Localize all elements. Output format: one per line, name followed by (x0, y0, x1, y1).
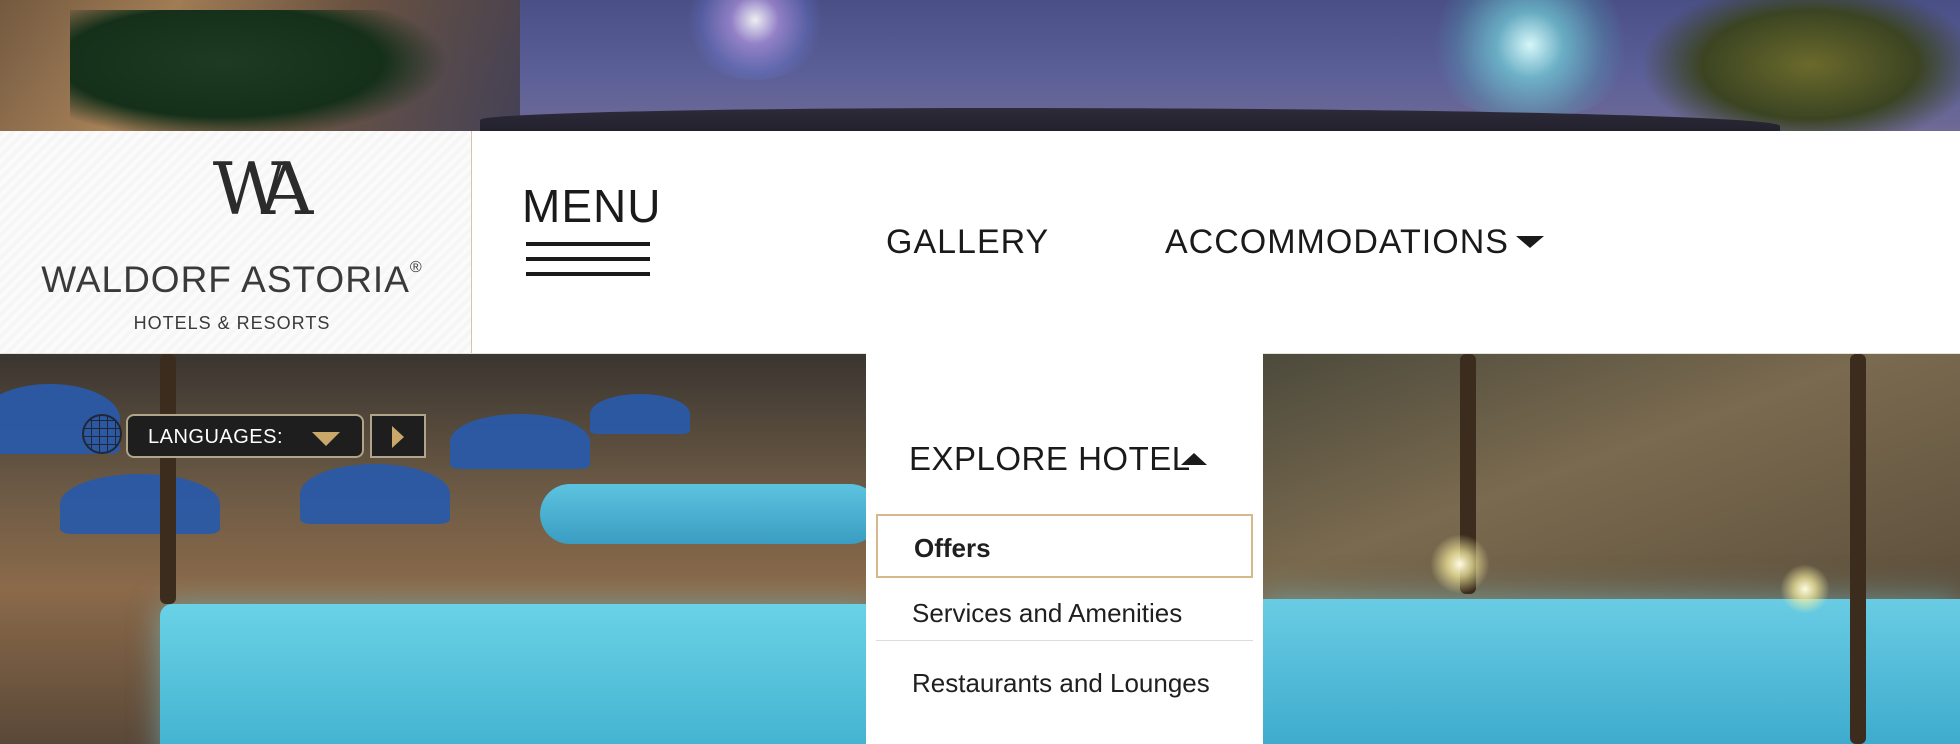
lamp-glow (1430, 534, 1490, 594)
umbrella (450, 414, 590, 469)
brand-logo-link[interactable]: WA WALDORF ASTORIA® HOTELS & RESORTS (0, 131, 472, 353)
dropdown-item-services[interactable]: Services and Amenities (876, 579, 1253, 641)
dropdown-item-label: Restaurants and Lounges (912, 668, 1210, 698)
pool-water-left (160, 604, 880, 744)
palm-trunk (1850, 354, 1866, 744)
palm-trunk (160, 354, 176, 604)
palm-tree-right-photo (1640, 0, 1960, 131)
nav-accommodations-link[interactable]: ACCOMMODATIONS (1165, 223, 1509, 262)
menu-button[interactable]: MENU (522, 181, 662, 301)
umbrella (590, 394, 690, 434)
chevron-up-icon[interactable] (1181, 453, 1207, 465)
umbrella (300, 464, 450, 524)
palm-tree-left-photo (70, 10, 450, 131)
dropdown-item-label: Services and Amenities (912, 598, 1183, 628)
languages-select[interactable]: LANGUAGES: (126, 414, 364, 458)
chevron-down-icon (312, 432, 340, 446)
pool-water-back (540, 484, 880, 544)
dropdown-item-restaurants[interactable]: Restaurants and Lounges (876, 642, 1253, 744)
menu-hamburger-icon (526, 242, 650, 287)
site-header: WA WALDORF ASTORIA® HOTELS & RESORTS MEN… (0, 131, 1960, 354)
chevron-down-icon[interactable] (1516, 236, 1544, 248)
registered-mark: ® (409, 259, 423, 276)
globe-icon (82, 414, 122, 454)
brand-subtitle: HOTELS & RESORTS (133, 313, 331, 333)
nav-gallery-link[interactable]: GALLERY (886, 223, 1049, 262)
hero-fireworks-image (0, 0, 1960, 131)
play-arrow-icon (392, 426, 404, 448)
languages-label: LANGUAGES: (148, 426, 284, 448)
dropdown-item-offers[interactable]: Offers (876, 514, 1253, 578)
languages-go-button[interactable] (370, 414, 426, 458)
lamp-glow (1780, 564, 1830, 614)
brand-name-text: WALDORF ASTORIA (41, 259, 410, 300)
umbrella (60, 474, 220, 534)
firework-burst-left (680, 0, 830, 80)
dropdown-item-label: Offers (914, 533, 991, 563)
treeline-silhouette (480, 108, 1780, 131)
firework-burst-right (1420, 0, 1640, 120)
explore-hotel-toggle[interactable]: EXPLORE HOTEL (909, 440, 1191, 478)
menu-label: MENU (522, 180, 662, 232)
brand-name: WALDORF ASTORIA® (0, 259, 492, 301)
explore-hotel-dropdown: EXPLORE HOTEL Offers Services and Amenit… (866, 353, 1263, 744)
brand-monogram: WA (212, 147, 313, 231)
